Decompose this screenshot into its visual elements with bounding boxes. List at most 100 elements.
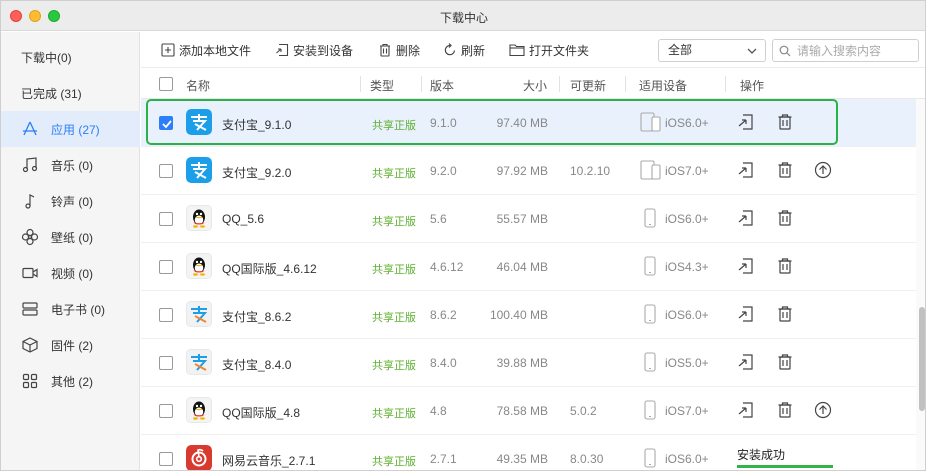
sidebar-item-ebooks[interactable]: 电子书 (0) [1,291,140,327]
trash-icon[interactable] [776,113,794,131]
sidebar-item-label: 已完成 (31) [21,86,82,101]
table-row[interactable]: QQ国际版_4.6.12 共享正版 4.6.12 46.04 MB iOS4.3… [141,243,916,291]
trash-icon[interactable] [776,257,794,275]
qq-penguin-icon [186,397,212,423]
app-device: iOS4.3+ [665,260,709,274]
row-checkbox[interactable] [159,116,173,130]
row-checkbox[interactable] [159,356,173,370]
row-checkbox[interactable] [159,404,173,418]
sidebar-item-label: 固件 (2) [51,338,94,353]
table-row[interactable]: 支付宝_9.1.0 共享正版 9.1.0 97.40 MB iOS6.0+ [141,99,916,147]
install-icon[interactable] [737,353,755,371]
column-divider [625,76,626,92]
app-name: 支付宝_9.1.0 [222,118,292,132]
column-divider [421,76,422,92]
ipad-iphone-icon [640,112,661,132]
category-filter-value: 全部 [668,43,693,57]
upgrade-arrow-icon[interactable] [814,401,832,419]
alipay-icon [186,109,212,135]
sidebar-item-wallpapers[interactable]: 壁纸 (0) [1,219,140,255]
qq-penguin-icon [186,253,212,279]
table-header: 名称 类型 版本 大小 可更新 适用设备 操作 [141,69,925,99]
table-row[interactable]: 支付宝_8.6.2 共享正版 8.6.2 100.40 MB iOS6.0+ [141,291,916,339]
scrollbar-thumb[interactable] [919,307,925,411]
plus-box-icon [161,43,175,57]
app-name: 支付宝_8.6.2 [222,310,292,324]
sidebar-item-label: 视频 (0) [51,266,94,281]
app-version: 9.2.0 [430,164,457,178]
table-row[interactable]: 网易云音乐_2.7.1 共享正版 2.7.1 49.35 MB 8.0.30 i… [141,435,916,470]
install-icon [276,43,289,57]
table-row[interactable]: QQ国际版_4.8 共享正版 4.8 78.58 MB 5.0.2 iOS7.0… [141,387,916,435]
row-checkbox[interactable] [159,260,173,274]
app-version: 4.6.12 [430,260,464,274]
sidebar-item-firmware[interactable]: 固件 (2) [1,327,140,363]
sidebar-item-ringtones[interactable]: 铃声 (0) [1,183,140,219]
sidebar-item-downloading[interactable]: 下载中(0) [1,39,140,75]
upgrade-arrow-icon[interactable] [814,161,832,179]
row-checkbox[interactable] [159,452,173,466]
table-row[interactable]: QQ_5.6 共享正版 5.6 55.57 MB iOS6.0+ [141,195,916,243]
install-icon[interactable] [737,401,755,419]
scrollbar-track[interactable] [916,99,925,470]
column-header-type[interactable]: 类型 [370,77,394,94]
delete-button[interactable]: 删除 [378,41,420,59]
music-note-icon [22,157,38,173]
trash-icon[interactable] [776,401,794,419]
qq-penguin-icon [186,205,212,231]
add-local-file-button[interactable]: 添加本地文件 [161,41,251,59]
row-checkbox[interactable] [159,164,173,178]
app-size: 100.40 MB [489,308,548,322]
table-row[interactable]: 支付宝_9.2.0 共享正版 9.2.0 97.92 MB 10.2.10 iO… [141,147,916,195]
app-device: iOS7.0+ [665,404,709,418]
trash-icon[interactable] [776,353,794,371]
sidebar-item-label: 其他 (2) [51,374,94,389]
app-version: 5.6 [430,212,447,226]
app-type: 共享正版 [372,360,416,372]
install-icon[interactable] [737,209,755,227]
install-icon[interactable] [737,305,755,323]
sidebar-item-completed[interactable]: 已完成 (31) [1,75,140,111]
grid-icon [22,373,38,389]
open-folder-button[interactable]: 打开文件夹 [509,41,589,59]
app-name: QQ国际版_4.8 [222,406,301,420]
iphone-icon [644,256,656,276]
install-status-text: 安装成功 [737,448,786,462]
title-bar: 下载中心 [1,1,925,31]
search-box[interactable] [772,39,919,62]
sidebar-item-videos[interactable]: 视频 (0) [1,255,140,291]
column-header-device[interactable]: 适用设备 [639,77,687,94]
column-header-size[interactable]: 大小 [523,77,547,94]
app-size: 55.57 MB [496,212,548,226]
trash-icon[interactable] [776,305,794,323]
install-to-device-button[interactable]: 安装到设备 [275,41,353,59]
chevron-down-icon [747,48,757,54]
sidebar-item-others[interactable]: 其他 (2) [1,363,140,399]
sidebar-item-music[interactable]: 音乐 (0) [1,147,140,183]
refresh-button[interactable]: 刷新 [443,41,485,59]
firmware-cube-icon [22,337,38,353]
row-checkbox[interactable] [159,308,173,322]
app-version: 8.6.2 [430,308,457,322]
iphone-icon [644,352,656,372]
trash-icon[interactable] [776,161,794,179]
sidebar-item-label: 应用 (27) [51,122,100,137]
row-checkbox[interactable] [159,212,173,226]
install-icon[interactable] [737,257,755,275]
select-all-checkbox[interactable] [159,77,173,91]
app-update-version: 8.0.30 [570,452,604,466]
sidebar-item-apps[interactable]: 应用 (27) [1,111,140,147]
sidebar-item-label: 下载中(0) [21,50,72,65]
install-icon[interactable] [737,113,755,131]
alipay-old-icon [186,349,212,375]
search-input[interactable] [797,42,915,59]
column-header-name[interactable]: 名称 [186,77,210,94]
trash-icon[interactable] [776,209,794,227]
sidebar: 下载中(0) 已完成 (31) 应用 (27) 音乐 (0) 铃声 (0) 壁纸… [1,32,140,470]
iphone-icon [644,208,656,228]
column-header-updatable[interactable]: 可更新 [570,77,606,94]
table-row[interactable]: 支付宝_8.4.0 共享正版 8.4.0 39.88 MB iOS5.0+ [141,339,916,387]
column-header-version[interactable]: 版本 [430,77,454,94]
category-filter-select[interactable]: 全部 [658,39,766,62]
install-icon[interactable] [737,161,755,179]
